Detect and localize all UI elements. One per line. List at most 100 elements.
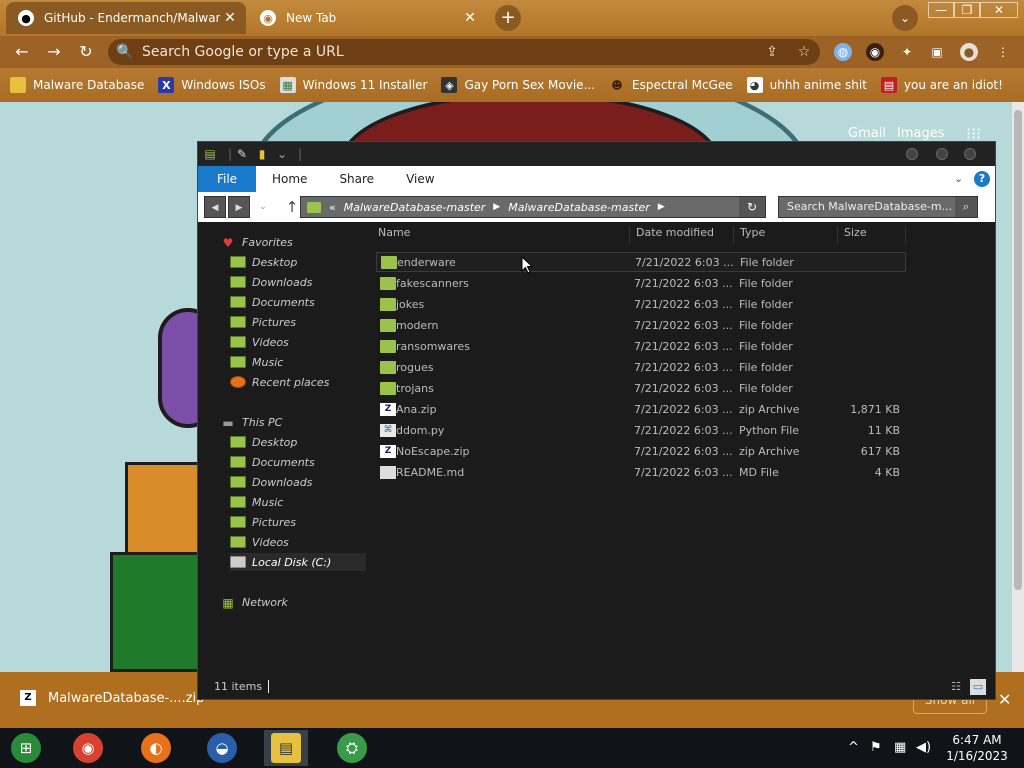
ribbon-tab-view[interactable]: View (390, 172, 450, 186)
clock[interactable]: 6:47 AM 1/16/2023 (940, 732, 1014, 764)
volume-icon[interactable]: ◀) (916, 740, 931, 755)
bookmark-windows-11-installer[interactable]: ▦ Windows 11 Installer (279, 77, 427, 93)
close-button[interactable]: ✕ (980, 2, 1018, 18)
bookmark-you-are-an-idiot[interactable]: ▤ you are an idiot! (880, 77, 1003, 93)
table-row[interactable]: modern 7/21/2022 6:03 ... File folder (376, 315, 906, 335)
explorer-maximize-button[interactable] (936, 148, 948, 160)
taskbar-obama[interactable]: ◒ (200, 730, 244, 766)
bookmark-star-icon[interactable]: ☆ (788, 44, 820, 60)
up-button[interactable]: ↑ (282, 196, 302, 218)
ribbon-tab-home[interactable]: Home (256, 172, 323, 186)
table-row[interactable]: README.md 7/21/2022 6:03 ... MD File 4 KB (376, 462, 906, 482)
nav-item-pc-videos[interactable]: Videos (230, 533, 366, 551)
omnibox[interactable]: 🔍 Search Google or type a URL ⇪ ☆ (108, 39, 820, 65)
column-header-name[interactable]: Name (372, 226, 630, 244)
nav-item-pc-downloads[interactable]: Downloads (230, 473, 366, 491)
table-row[interactable]: fakescanners 7/21/2022 6:03 ... File folde… (376, 273, 906, 293)
nav-item-local-disk[interactable]: Local Disk (C:) (230, 553, 366, 571)
breadcrumb-separator-icon[interactable]: ▶ (658, 202, 665, 212)
customize-quick-access-icon[interactable]: ⌄ (274, 146, 290, 162)
tab-close-icon[interactable]: ✕ (220, 10, 240, 26)
bookmark-windows-isos[interactable]: X Windows ISOs (158, 77, 266, 93)
taskbar-network-app[interactable]: ⛭ (330, 730, 374, 766)
nav-this-pc[interactable]: ▬ This PC (220, 416, 282, 430)
bookmark-espectral-mcgee[interactable]: ☻ Espectral McGee (609, 77, 732, 93)
explorer-titlebar[interactable]: ▤ | ✎ ▮ ⌄ | (198, 142, 995, 166)
new-tab-button[interactable]: + (495, 5, 521, 31)
extensions-puzzle-icon[interactable]: ✦ (898, 43, 916, 61)
table-row[interactable]: ⌘ ddom.py 7/21/2022 6:03 ... Python File 11 … (376, 420, 906, 440)
reload-button[interactable]: ↻ (74, 40, 98, 64)
breadcrumb-separator-icon[interactable]: ▶ (493, 202, 500, 212)
forward-button[interactable]: ▶ (228, 196, 250, 218)
nav-item-recent-places[interactable]: Recent places (230, 373, 366, 391)
bookmark-malware-database[interactable]: Malware Database (10, 77, 144, 93)
address-overflow[interactable]: « (329, 201, 336, 214)
extension-icon[interactable]: ◍ (834, 43, 852, 61)
properties-icon[interactable]: ✎ (234, 146, 250, 162)
nav-item-favorites-music[interactable]: Music (230, 353, 366, 371)
share-icon[interactable]: ⇪ (756, 44, 788, 60)
profile-extension-icon[interactable]: ◉ (866, 43, 884, 61)
start-button[interactable]: ⊞ (4, 730, 48, 766)
refresh-icon[interactable]: ↻ (739, 197, 765, 217)
action-center-flag-icon[interactable]: ⚑ (870, 740, 882, 755)
nav-item-favorites-videos[interactable]: Videos (230, 333, 366, 351)
taskbar-explorer[interactable]: ▤ (264, 730, 308, 766)
nav-item-pc-desktop[interactable]: Desktop (230, 433, 366, 451)
tray-chevron-icon[interactable]: ^ (848, 740, 859, 755)
search-icon[interactable]: ⌕ (955, 197, 977, 217)
tab-search-button[interactable]: ⌄ (892, 5, 918, 31)
back-button[interactable]: ◀ (204, 196, 226, 218)
recent-locations-icon[interactable]: ⌄ (254, 196, 272, 218)
bookmark-anime[interactable]: ◕ uhhh anime shit (746, 77, 867, 93)
table-row[interactable]: Z Ana.zip 7/21/2022 6:03 ... zip Archive 1,8… (376, 399, 906, 419)
tab-github[interactable]: ● GitHub - Endermanch/MalwareDa ✕ (6, 2, 246, 34)
table-row[interactable]: trojans 7/21/2022 6:03 ... File folder (376, 378, 906, 398)
table-row[interactable]: Z NoEscape.zip 7/21/2022 6:03 ... zip Archi… (376, 441, 906, 461)
profile-avatar[interactable]: ● (960, 43, 978, 61)
nav-item-favorites-pictures[interactable]: Pictures (230, 313, 366, 331)
restore-button[interactable]: ❐ (954, 2, 980, 18)
nav-item-favorites-desktop[interactable]: Desktop (230, 253, 366, 271)
gmail-link[interactable]: Gmail (848, 126, 886, 141)
nav-item-pc-documents[interactable]: Documents (230, 453, 366, 471)
explorer-close-button[interactable] (964, 148, 976, 160)
nav-item-favorites-downloads[interactable]: Downloads (230, 273, 366, 291)
nav-favorites[interactable]: ♥ Favorites (220, 236, 293, 250)
taskbar-chrome[interactable]: ◉ (66, 730, 110, 766)
help-icon[interactable]: ? (974, 171, 990, 187)
table-row[interactable]: rogues 7/21/2022 6:03 ... File folder (376, 357, 906, 377)
network-tray-icon[interactable]: ▦ (894, 740, 906, 755)
google-apps-icon[interactable]: ⁝⁝⁝ (966, 124, 984, 143)
column-header-date[interactable]: Date modified (630, 226, 734, 244)
nav-item-favorites-documents[interactable]: Documents (230, 293, 366, 311)
table-row[interactable]: jokes 7/21/2022 6:03 ... File folder (376, 294, 906, 314)
ribbon-tab-file[interactable]: File (198, 166, 256, 192)
forward-button[interactable]: → (42, 40, 66, 64)
side-panel-icon[interactable]: ▣ (928, 43, 946, 61)
back-button[interactable]: ← (10, 40, 34, 64)
taskbar-firefox[interactable]: ◐ (134, 730, 178, 766)
nav-network[interactable]: ▦ Network (220, 596, 288, 610)
breadcrumb[interactable]: MalwareDatabase-master (344, 201, 486, 214)
large-icons-view-icon[interactable]: ▭ (970, 679, 986, 695)
details-view-icon[interactable]: ☷ (948, 679, 964, 695)
table-row[interactable]: ransomwares 7/21/2022 6:03 ... File folder (376, 336, 906, 356)
expand-ribbon-icon[interactable]: ⌄ (954, 172, 963, 185)
column-header-type[interactable]: Type (734, 226, 838, 244)
scrollbar-thumb[interactable] (1014, 110, 1022, 590)
tab-new-tab[interactable]: ◉ New Tab ✕ (250, 2, 486, 34)
ribbon-tab-share[interactable]: Share (323, 172, 390, 186)
breadcrumb[interactable]: MalwareDatabase-master (508, 201, 650, 214)
chrome-menu-icon[interactable]: ⋮ (994, 43, 1012, 61)
nav-item-pc-music[interactable]: Music (230, 493, 366, 511)
tab-close-icon[interactable]: ✕ (460, 10, 480, 26)
new-folder-icon[interactable]: ▮ (254, 146, 270, 162)
page-scrollbar[interactable] (1012, 102, 1024, 672)
search-input[interactable]: Search MalwareDatabase-m... ⌕ (778, 196, 978, 218)
minimize-button[interactable]: — (928, 2, 954, 18)
address-bar[interactable]: « MalwareDatabase-master ▶ MalwareDataba… (300, 196, 766, 218)
download-bar-close-icon[interactable]: ✕ (998, 690, 1011, 709)
table-row[interactable]: enderware 7/21/2022 6:03 ... File folder (376, 252, 906, 272)
